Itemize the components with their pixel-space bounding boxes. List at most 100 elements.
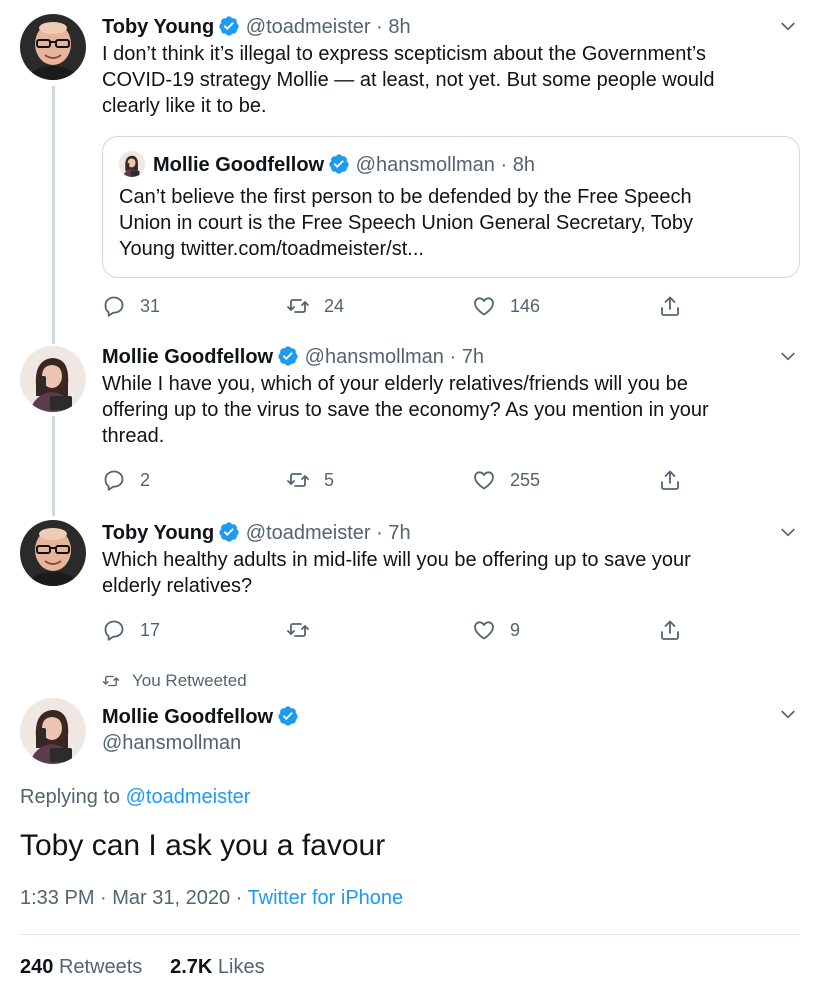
- tweet-meta: 1:33 PM · Mar 31, 2020 · Twitter for iPh…: [20, 887, 403, 910]
- share-icon: [658, 618, 682, 642]
- main-avatar[interactable]: [20, 698, 86, 764]
- tweet-header: Mollie Goodfellow @hansmollman · 7h: [102, 344, 800, 370]
- tweet-text-line: While I have you, which of your elderly …: [102, 373, 688, 395]
- reply-count: 31: [140, 295, 161, 316]
- like-count: 255: [510, 469, 541, 490]
- verified-badge-icon: [277, 345, 299, 367]
- reply-icon: [102, 294, 126, 318]
- share-button[interactable]: [658, 616, 696, 644]
- retweet-icon: [102, 672, 120, 690]
- share-button[interactable]: [658, 466, 696, 494]
- share-button[interactable]: [658, 292, 696, 320]
- reply-button[interactable]: 31: [102, 292, 160, 320]
- tweet-text-line: Which healthy adults in mid-life will yo…: [102, 549, 691, 571]
- chevron-down-icon[interactable]: [778, 346, 798, 366]
- reply-count: 17: [140, 619, 161, 640]
- quoted-author-name: Mollie Goodfellow: [153, 154, 325, 176]
- separator-dot: ·: [235, 887, 243, 909]
- replying-to: Replying to @toadmeister: [20, 786, 250, 809]
- reply-count: 2: [140, 469, 151, 490]
- author-handle[interactable]: @toadmeister: [246, 522, 371, 544]
- tweet-source-link[interactable]: Twitter for iPhone: [248, 887, 404, 909]
- tweet-header: Toby Young @toadmeister · 8h: [102, 14, 800, 40]
- avatar-image: [20, 14, 86, 80]
- tweet-actions: 2 5 255: [102, 466, 702, 494]
- likes-label: Likes: [217, 956, 265, 978]
- quoted-author-handle: @hansmollman: [355, 154, 495, 176]
- main-author-name-text[interactable]: Mollie Goodfellow: [102, 706, 273, 728]
- likes-count: 2.7K: [170, 956, 213, 978]
- avatar-image: [20, 346, 86, 412]
- reply-button[interactable]: 17: [102, 616, 160, 644]
- author-name[interactable]: Toby Young: [102, 16, 214, 38]
- author-name[interactable]: Mollie Goodfellow: [102, 346, 273, 368]
- tweet-body: Mollie Goodfellow @hansmollman · 7h Whil…: [102, 344, 800, 449]
- tweet-1[interactable]: Toby Young @toadmeister · 8h I don’t thi…: [0, 14, 820, 334]
- retweet-button[interactable]: [286, 616, 324, 644]
- retweets-stat[interactable]: 240 Retweets: [20, 956, 142, 978]
- author-name[interactable]: Toby Young: [102, 522, 214, 544]
- tweet-2[interactable]: Mollie Goodfellow @hansmollman · 7h Whil…: [0, 344, 820, 504]
- verified-badge-icon: [218, 521, 240, 543]
- author-handle[interactable]: @toadmeister: [246, 16, 371, 38]
- avatar[interactable]: [20, 14, 86, 80]
- tweet-text: While I have you, which of your elderly …: [102, 371, 800, 449]
- like-button[interactable]: 146: [472, 292, 540, 320]
- avatar-image: [20, 698, 86, 764]
- replying-to-link[interactable]: @toadmeister: [126, 786, 251, 808]
- quoted-tweet-time: 8h: [512, 154, 535, 176]
- replying-to-label: Replying to: [20, 786, 121, 808]
- separator-dot: ·: [376, 522, 383, 544]
- heart-icon: [472, 468, 496, 492]
- chevron-down-icon[interactable]: [778, 704, 798, 724]
- tweet-actions: 31 24 146: [102, 292, 702, 320]
- reply-button[interactable]: 2: [102, 466, 150, 494]
- chevron-down-icon[interactable]: [778, 522, 798, 542]
- main-tweet-text: Toby can I ask you a favour: [20, 829, 386, 862]
- tweet-stats: 240 Retweets 2.7K Likes: [20, 956, 265, 979]
- retweet-button[interactable]: 5: [286, 466, 334, 494]
- share-icon: [658, 468, 682, 492]
- main-author-handle[interactable]: @hansmollman: [102, 730, 241, 756]
- tweet-text-line: clearly like it to be.: [102, 95, 267, 117]
- quoted-tweet[interactable]: Mollie Goodfellow @hansmollman · 8h Can’…: [102, 136, 800, 278]
- tweet-time[interactable]: 7h: [462, 346, 484, 368]
- verified-badge-icon: [277, 705, 299, 727]
- retweet-button[interactable]: 24: [286, 292, 344, 320]
- tweet-text-line: offering up to the virus to save the eco…: [102, 399, 709, 421]
- tweet-timestamp[interactable]: 1:33 PM · Mar 31, 2020: [20, 887, 230, 909]
- like-button[interactable]: 255: [472, 466, 540, 494]
- tweet-body: Toby Young @toadmeister · 7h Which healt…: [102, 520, 800, 599]
- tweet-header: Toby Young @toadmeister · 7h: [102, 520, 800, 546]
- verified-badge-icon: [218, 15, 240, 37]
- tweet-text: I don’t think it’s illegal to express sc…: [102, 41, 800, 119]
- like-count: 146: [510, 295, 541, 316]
- separator-dot: ·: [376, 16, 383, 38]
- retweets-count: 240: [20, 956, 54, 978]
- tweet-time[interactable]: 7h: [388, 522, 410, 544]
- avatar[interactable]: [20, 520, 86, 586]
- share-icon: [658, 294, 682, 318]
- avatar[interactable]: [20, 346, 86, 412]
- main-author-name[interactable]: Mollie Goodfellow: [102, 704, 299, 730]
- tweet-text-line: thread.: [102, 425, 165, 447]
- tweet-thread-page: Toby Young @toadmeister · 8h I don’t thi…: [0, 0, 820, 1000]
- retweet-context-label: You Retweeted: [132, 671, 247, 690]
- tweet-text-line: COVID-19 strategy Mollie — at least, not…: [102, 69, 715, 91]
- retweet-icon: [286, 468, 310, 492]
- likes-stat[interactable]: 2.7K Likes: [170, 956, 265, 978]
- quoted-avatar: [119, 151, 145, 177]
- chevron-down-icon[interactable]: [778, 16, 798, 36]
- tweet-3[interactable]: Toby Young @toadmeister · 7h Which healt…: [0, 520, 820, 650]
- like-button[interactable]: 9: [472, 616, 520, 644]
- tweet-body: Toby Young @toadmeister · 8h I don’t thi…: [102, 14, 800, 119]
- like-count: 9: [510, 619, 521, 640]
- quoted-tweet-header: Mollie Goodfellow @hansmollman · 8h: [119, 151, 535, 178]
- retweet-context: You Retweeted: [102, 671, 247, 691]
- quoted-text-line: Young twitter.com/toadmeister/st...: [119, 238, 424, 260]
- retweet-icon: [286, 618, 310, 642]
- quoted-text-line: Union in court is the Free Speech Union …: [119, 212, 694, 234]
- retweet-icon: [286, 294, 310, 318]
- author-handle[interactable]: @hansmollman: [305, 346, 444, 368]
- tweet-time[interactable]: 8h: [388, 16, 410, 38]
